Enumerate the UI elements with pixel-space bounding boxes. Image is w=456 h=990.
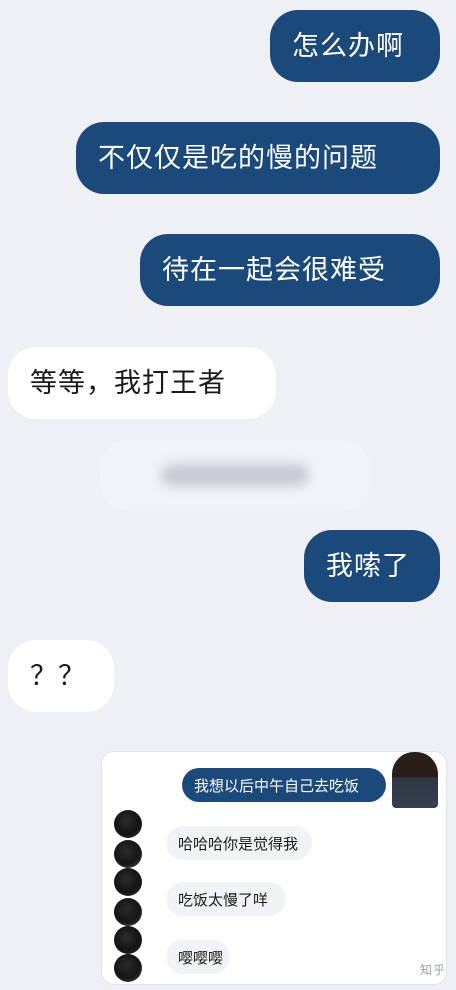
avatar — [114, 898, 142, 926]
avatar — [114, 840, 142, 868]
avatar — [114, 868, 142, 896]
message-bubble-received[interactable]: ？？ — [8, 640, 114, 712]
inset-message-received: 嘤嘤嘤 — [166, 940, 230, 974]
inset-message-received: 吃饭太慢了咩 — [166, 882, 286, 916]
blurred-system-notice — [100, 440, 370, 510]
avatar — [392, 752, 438, 808]
inset-message-received: 哈哈哈你是觉得我 — [166, 826, 312, 860]
message-bubble-sent[interactable]: 我嗦了 — [304, 530, 440, 602]
embedded-chat-screenshot: 我想以后中午自己去吃饭 哈哈哈你是觉得我 吃饭太慢了咩 嘤嘤嘤 — [102, 752, 446, 984]
message-bubble-sent[interactable]: 待在一起会很难受 — [140, 234, 440, 306]
message-bubble-received[interactable]: 等等，我打王者 — [8, 347, 276, 419]
message-bubble-sent[interactable]: 不仅仅是吃的慢的问题 — [76, 122, 440, 194]
avatar — [114, 810, 142, 838]
avatar — [114, 926, 142, 954]
inset-message-sent: 我想以后中午自己去吃饭 — [182, 768, 386, 802]
blurred-text — [161, 464, 309, 486]
watermark: 知乎 — [419, 963, 446, 977]
message-bubble-sent[interactable]: 怎么办啊 — [270, 10, 440, 82]
avatar — [114, 954, 142, 982]
